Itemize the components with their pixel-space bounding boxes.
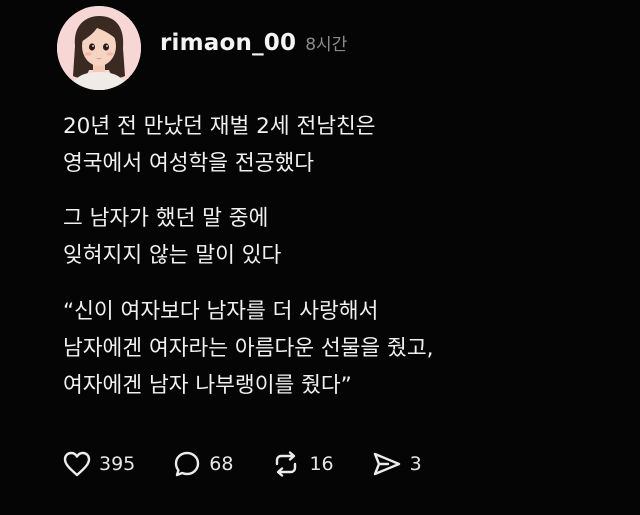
like-count: 395 <box>99 453 136 475</box>
share-count: 3 <box>409 453 422 475</box>
repost-icon <box>276 451 297 477</box>
repost-button[interactable]: 16 <box>271 450 334 478</box>
paragraph: “신이 여자보다 남자를 더 사랑해서 남자에겐 여자라는 아름다운 선물을 줬… <box>63 293 623 404</box>
comment-icon <box>175 451 200 477</box>
comment-count: 68 <box>209 453 234 475</box>
text-line: 여자에겐 남자 나부랭이를 줬다” <box>63 373 352 398</box>
username[interactable]: rimaon_00 <box>160 30 296 56</box>
avatar-illustration <box>57 6 141 90</box>
post-body: 20년 전 만났던 재벌 2세 전남친은 영국에서 여성학을 전공했다 그 남자… <box>63 108 623 420</box>
text-line: 남자에겐 여자라는 아름다운 선물을 줬고, <box>63 336 434 361</box>
text-line: 20년 전 만났던 재벌 2세 전남친은 <box>63 114 376 139</box>
heart-icon <box>63 451 91 477</box>
paragraph: 그 남자가 했던 말 중에 잊혀지지 않는 말이 있다 <box>63 200 623 274</box>
paragraph: 20년 전 만났던 재벌 2세 전남친은 영국에서 여성학을 전공했다 <box>63 108 623 182</box>
post-card: rimaon_00 8시간 20년 전 만났던 재벌 2세 전남친은 영국에서 … <box>0 0 640 515</box>
action-bar: 395 68 16 3 <box>63 450 460 478</box>
text-line: 잊혀지지 않는 말이 있다 <box>63 243 282 268</box>
text-line: 그 남자가 했던 말 중에 <box>63 206 269 231</box>
share-button[interactable]: 3 <box>372 451 422 477</box>
post-time: 8시간 <box>305 35 348 55</box>
text-line: 영국에서 여성학을 전공했다 <box>63 151 315 176</box>
comment-button[interactable]: 68 <box>173 450 233 478</box>
avatar[interactable] <box>57 6 141 90</box>
like-button[interactable]: 395 <box>63 451 135 477</box>
post-header: rimaon_00 8시간 <box>160 30 347 56</box>
send-icon <box>373 452 400 476</box>
repost-count: 16 <box>309 453 334 475</box>
text-line: “신이 여자보다 남자를 더 사랑해서 <box>63 299 379 324</box>
